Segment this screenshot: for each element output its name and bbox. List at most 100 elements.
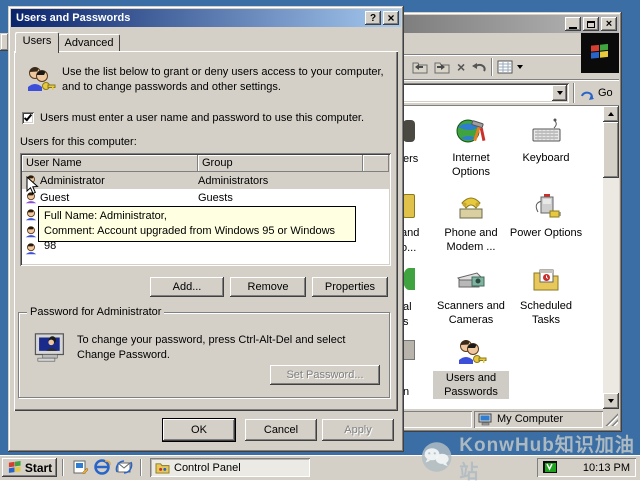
quicklaunch-internet-explorer[interactable]	[93, 458, 111, 479]
fragment-label: al	[403, 301, 412, 313]
close-button-dialog[interactable]: ×	[383, 11, 399, 25]
views-dropdown-icon[interactable]	[517, 65, 523, 69]
set-password-button[interactable]: Set Password...	[270, 365, 380, 385]
remove-button[interactable]: Remove	[230, 277, 306, 297]
fragment-icon-2	[403, 194, 415, 218]
cp-icon-label: Scheduled Tasks	[509, 299, 583, 327]
address-combo[interactable]	[401, 83, 569, 103]
tab-users[interactable]: Users	[15, 32, 59, 53]
quicklaunch-show-desktop[interactable]	[72, 459, 89, 478]
button-label: Cancel	[264, 424, 298, 436]
taskbar-separator	[62, 459, 64, 476]
cp-icon-scheduled-tasks[interactable]: Scheduled Tasks	[509, 264, 583, 327]
keyboard-icon	[530, 116, 562, 148]
move-to-icon[interactable]	[411, 59, 429, 75]
go-button[interactable]: Go	[598, 87, 613, 99]
button-label: Apply	[344, 424, 372, 436]
watermark: KonwHub知识加油站	[420, 430, 640, 484]
ok-button[interactable]: OK	[163, 419, 235, 441]
listview-header: User Name Group	[22, 155, 389, 172]
require-password-checkbox[interactable]	[22, 112, 34, 124]
button-label: Properties	[325, 281, 375, 293]
window-titlebar[interactable]: ×	[399, 15, 619, 33]
fragment-label: ers	[403, 153, 418, 165]
users-list-label: Users for this computer:	[20, 136, 137, 148]
scroll-up-button[interactable]	[603, 106, 619, 122]
tab-advanced[interactable]: Advanced	[58, 34, 120, 52]
internet-explorer-icon	[93, 458, 111, 476]
close-button-window[interactable]: ×	[601, 17, 617, 31]
chevron-up-icon	[608, 112, 614, 116]
tooltip-line2: Comment: Account upgraded from Windows 9…	[44, 224, 350, 254]
add-button[interactable]: Add...	[150, 277, 224, 297]
column-header-blank[interactable]	[363, 155, 389, 172]
maximize-button[interactable]	[583, 17, 599, 31]
control-panel-icon	[155, 461, 170, 474]
address-dropdown-button[interactable]	[552, 85, 567, 101]
scroll-thumb[interactable]	[603, 122, 619, 178]
outlook-express-icon	[115, 459, 133, 475]
cp-icon-phone-modem[interactable]: Phone and Modem ...	[433, 191, 509, 254]
views-icon[interactable]	[497, 60, 513, 74]
cp-icon-power-options[interactable]: Power Options	[509, 191, 583, 240]
taskbar-separator	[140, 459, 142, 476]
user-icon	[24, 225, 38, 239]
cp-icon-users-passwords[interactable]: Users and Passwords	[433, 336, 509, 399]
apply-button[interactable]: Apply	[322, 419, 394, 441]
quicklaunch-outlook-express[interactable]	[115, 459, 133, 478]
password-help-text: To change your password, press Ctrl-Alt-…	[77, 333, 377, 363]
scroll-down-button[interactable]	[603, 393, 619, 409]
tooltip-line1: Full Name: Administrator,	[44, 209, 350, 224]
user-row-administrator[interactable]: Administrator Administrators	[22, 172, 389, 189]
cp-icon-label: Phone and Modem ...	[433, 226, 509, 254]
task-button-control-panel[interactable]: Control Panel	[150, 458, 310, 477]
dialog-title: Users and Passwords	[16, 12, 365, 24]
cp-icon-scanners-cameras[interactable]: Scanners and Cameras	[433, 264, 509, 327]
minimize-icon	[569, 27, 577, 29]
watermark-text: KonwHub知识加油站	[459, 430, 640, 484]
fragment-icon-3	[403, 268, 415, 290]
cell-group: Guests	[198, 192, 233, 204]
users-key-icon	[24, 63, 56, 95]
show-desktop-icon	[72, 459, 89, 475]
folder-content: ers and o... al s n Internet Options	[399, 106, 619, 409]
copy-to-icon[interactable]	[433, 59, 451, 75]
cp-icon-label: Scanners and Cameras	[433, 299, 509, 327]
start-label: Start	[25, 461, 52, 475]
checkmark-icon	[24, 113, 32, 122]
column-header-username[interactable]: User Name	[22, 155, 198, 172]
minimize-button[interactable]	[565, 17, 581, 31]
scrollbar[interactable]	[603, 106, 619, 409]
maximize-icon	[587, 21, 595, 28]
tab-page: Use the list below to grant or deny user…	[14, 51, 398, 411]
require-password-label[interactable]: Users must enter a user name and passwor…	[40, 112, 364, 124]
address-separator	[573, 83, 575, 103]
dialog-titlebar[interactable]: Users and Passwords ? ×	[11, 9, 401, 27]
scanners-cameras-icon	[455, 264, 487, 296]
scheduled-tasks-icon	[530, 264, 562, 296]
user-row-guest[interactable]: Guest Guests	[22, 189, 389, 206]
phone-modem-icon	[455, 191, 487, 223]
power-options-icon	[530, 191, 562, 223]
start-button[interactable]: Start	[2, 458, 57, 477]
undo-icon[interactable]	[471, 60, 487, 74]
button-label: Remove	[248, 281, 289, 293]
fragment-icon-1	[403, 120, 415, 142]
chevron-down-icon	[608, 399, 614, 403]
windows-logo-icon	[588, 43, 612, 63]
cp-icon-keyboard[interactable]: Keyboard	[509, 116, 583, 165]
go-icon[interactable]	[579, 86, 596, 100]
cell-username: Guest	[40, 192, 198, 204]
close-icon: ×	[387, 11, 394, 25]
properties-button[interactable]: Properties	[312, 277, 388, 297]
status-text: My Computer	[497, 413, 563, 425]
cancel-button[interactable]: Cancel	[245, 419, 317, 441]
help-button[interactable]: ?	[365, 11, 381, 25]
resize-grip[interactable]	[605, 413, 618, 426]
button-label: OK	[191, 424, 207, 436]
intro-text: Use the list below to grant or deny user…	[62, 65, 384, 95]
column-header-group[interactable]: Group	[198, 155, 363, 172]
cp-icon-internet-options[interactable]: Internet Options	[433, 116, 509, 179]
cell-username: Administrator	[40, 175, 198, 187]
delete-icon[interactable]: ×	[455, 59, 467, 75]
